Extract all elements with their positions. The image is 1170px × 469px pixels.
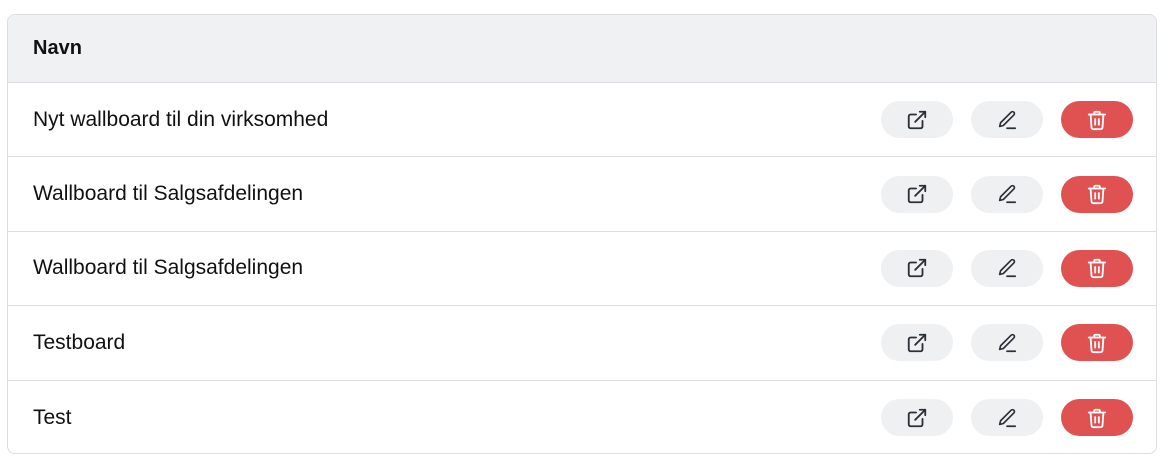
row-actions (881, 175, 1133, 213)
wallboard-name: Wallboard til Salgsafdelingen (33, 256, 304, 280)
delete-button[interactable] (1061, 399, 1133, 437)
open-button[interactable] (881, 399, 953, 437)
external-link-icon (907, 184, 927, 204)
external-link-icon (907, 408, 927, 427)
trash-icon (1087, 259, 1107, 279)
wallboard-name: Test (33, 405, 72, 429)
open-button[interactable] (881, 101, 953, 139)
row-actions (881, 399, 1133, 437)
row-actions (881, 249, 1133, 287)
edit-button[interactable] (971, 399, 1043, 437)
wallboard-name: Testboard (33, 330, 126, 354)
table-row: Wallboard til Salgsafdelingen (8, 232, 1156, 307)
external-link-icon (907, 110, 927, 129)
pencil-icon (998, 110, 1017, 129)
trash-icon (1087, 184, 1107, 205)
open-button[interactable] (881, 175, 953, 213)
trash-icon (1087, 110, 1107, 130)
open-button[interactable] (881, 249, 953, 287)
wallboard-name: Nyt wallboard til din virksomhed (33, 107, 329, 131)
trash-icon (1087, 408, 1107, 428)
column-header-name: Navn (33, 37, 82, 59)
external-link-icon (907, 333, 927, 353)
delete-button[interactable] (1061, 249, 1133, 287)
wallboard-name: Wallboard til Salgsafdelingen (33, 182, 304, 206)
table-row: Wallboard til Salgsafdelingen (8, 157, 1156, 232)
delete-button[interactable] (1061, 175, 1133, 213)
wallboard-table: Navn Nyt wallboard til din virksomhed Wa… (7, 14, 1157, 454)
pencil-icon (998, 259, 1017, 278)
external-link-icon (907, 259, 927, 278)
pencil-icon (998, 184, 1017, 204)
pencil-icon (998, 333, 1017, 352)
delete-button[interactable] (1061, 101, 1133, 139)
table-row: Testboard (8, 306, 1156, 381)
table-row: Test (8, 381, 1156, 453)
delete-button[interactable] (1061, 324, 1133, 362)
pencil-icon (998, 408, 1017, 427)
edit-button[interactable] (971, 324, 1043, 362)
edit-button[interactable] (971, 175, 1043, 213)
table-row: Nyt wallboard til din virksomhed (8, 83, 1156, 158)
trash-icon (1087, 333, 1107, 353)
table-header: Navn (8, 15, 1156, 83)
row-actions (881, 324, 1133, 362)
edit-button[interactable] (971, 249, 1043, 287)
edit-button[interactable] (971, 101, 1043, 139)
row-actions (881, 101, 1133, 139)
table-body: Nyt wallboard til din virksomhed Wallboa… (8, 83, 1156, 453)
open-button[interactable] (881, 324, 953, 362)
